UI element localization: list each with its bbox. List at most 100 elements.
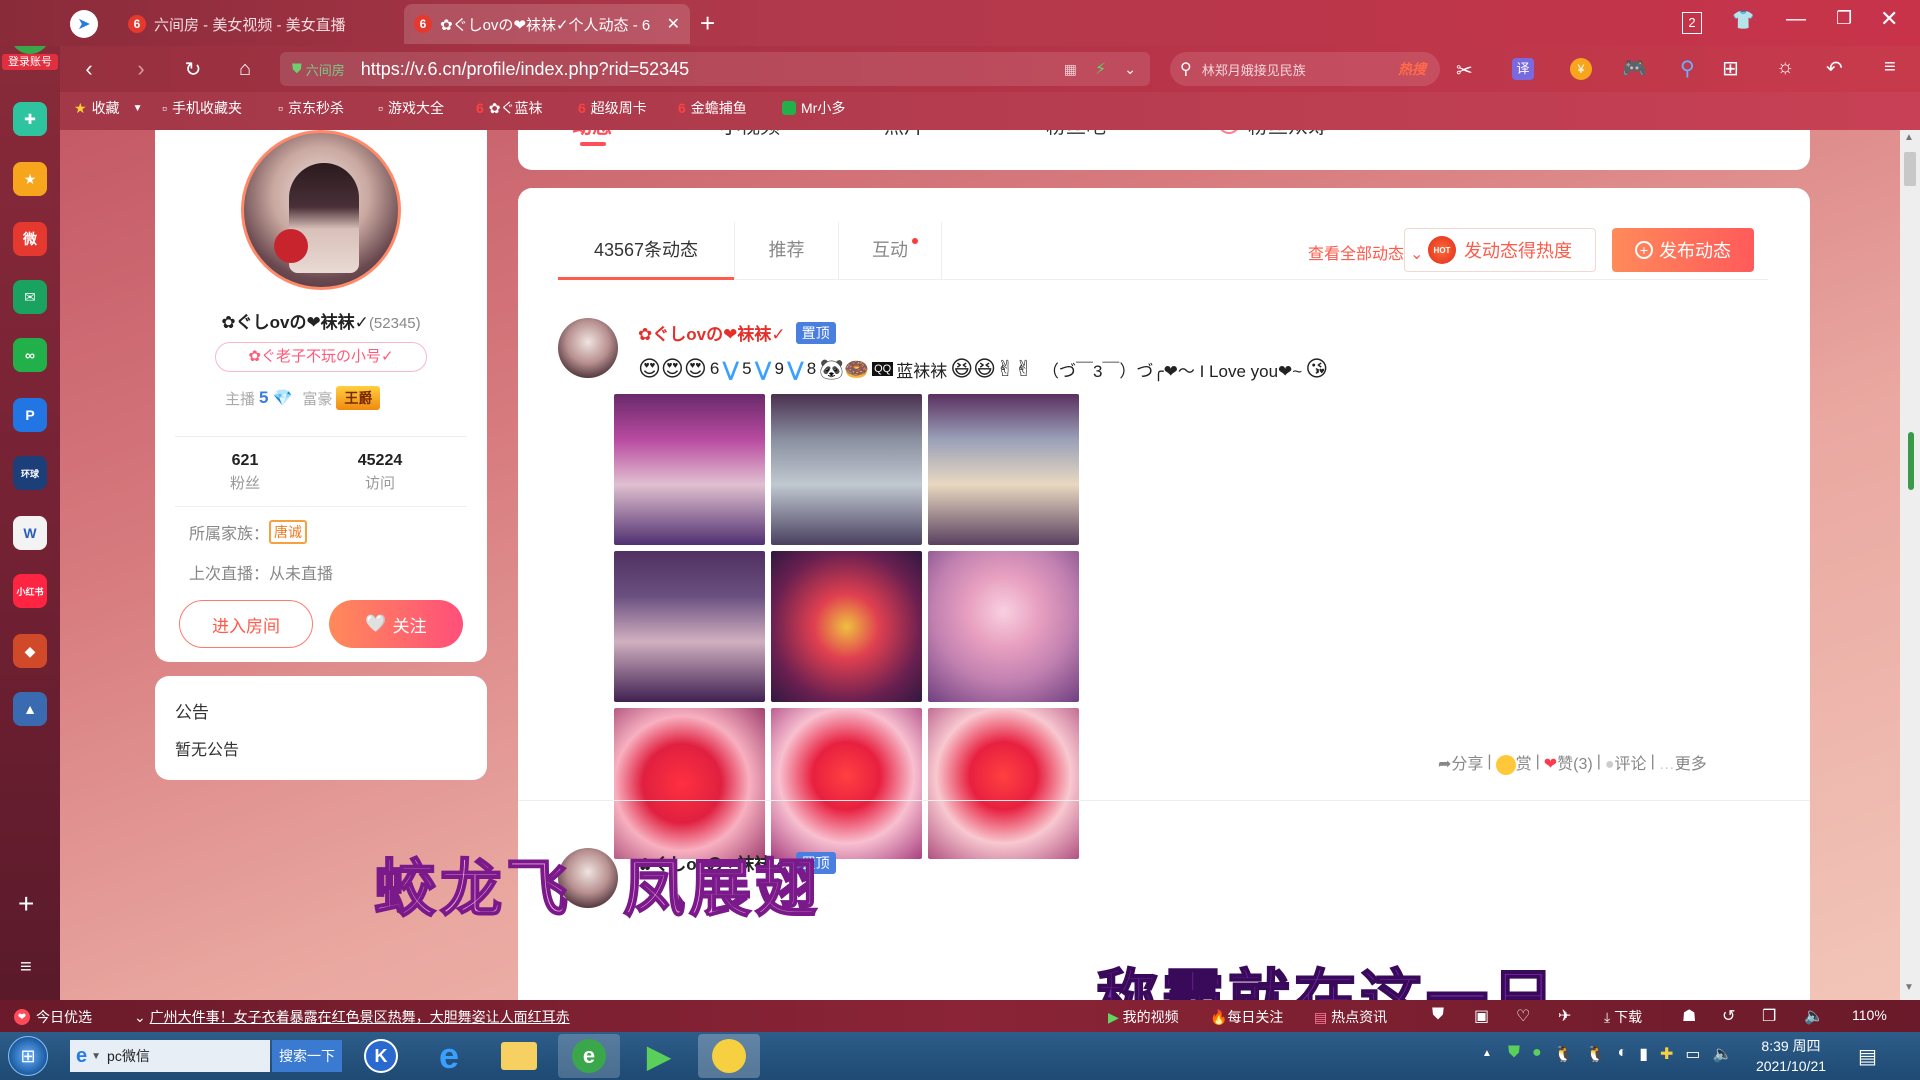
zoom-search-icon[interactable]: ⚲	[1680, 56, 1695, 81]
more-action[interactable]: …更多	[1659, 750, 1707, 774]
qq2-tray-icon[interactable]: 🐧	[1586, 1044, 1606, 1064]
feed-tab-recommend[interactable]: 推荐	[734, 222, 838, 280]
browser-tray-icon[interactable]: ●	[1532, 1044, 1542, 1064]
tray-expand-icon[interactable]: ▲	[1482, 1048, 1492, 1059]
rocket-icon[interactable]: ✈	[1558, 1006, 1571, 1026]
clock[interactable]: 8:39 周四 2021/10/21	[1746, 1036, 1836, 1076]
visits-stat[interactable]: 45224 访问	[335, 452, 425, 493]
qr-code-icon[interactable]: ▦	[1064, 61, 1077, 78]
nav-tab-dynamic[interactable]: 动态	[572, 130, 612, 139]
shield-icon[interactable]: ⛊	[1432, 1006, 1444, 1024]
bookmark-lanwa[interactable]: 6 ✿ぐ蓝袜	[476, 98, 543, 118]
ie-browser-icon[interactable]: e	[418, 1034, 480, 1078]
bookmark-mrxiaoduo[interactable]: Mr小多	[782, 98, 845, 118]
gamepad-icon[interactable]: 🎮	[1622, 56, 1647, 81]
image-icon[interactable]: ▣	[1474, 1006, 1489, 1026]
enter-room-button[interactable]: 进入房间	[179, 600, 313, 648]
url-text[interactable]: https://v.6.cn/profile/index.php?rid=523…	[361, 59, 689, 80]
share-action[interactable]: ➦分享	[1438, 750, 1483, 774]
side-handle[interactable]	[1908, 432, 1914, 490]
family-name-badge[interactable]: 唐诚	[269, 520, 308, 544]
back-button[interactable]: ‹	[74, 54, 104, 84]
skin-icon[interactable]: 👕	[1732, 10, 1754, 31]
post-image[interactable]	[928, 394, 1079, 545]
feed-tab-all[interactable]: 43567条动态	[558, 222, 734, 280]
volume-icon[interactable]: 🔈	[1804, 1006, 1824, 1026]
refresh-button[interactable]: ↻	[178, 54, 208, 84]
feed-tab-interaction[interactable]: 互动	[838, 222, 942, 280]
scroll-thumb[interactable]	[1904, 152, 1916, 186]
scroll-up-icon[interactable]: ▲	[1904, 132, 1914, 143]
follow-button[interactable]: 🤍 关注	[329, 600, 463, 648]
k-app-icon[interactable]: K	[350, 1034, 412, 1078]
security-tray-icon[interactable]: ⛊	[1508, 1044, 1520, 1064]
navigate-icon[interactable]: ➤	[70, 10, 98, 38]
link-app-icon[interactable]: ∞	[13, 338, 47, 372]
scroll-down-icon[interactable]: ▼	[1904, 982, 1914, 993]
tab-count-badge[interactable]: 2	[1682, 12, 1702, 34]
bookmark-mobile[interactable]: ▫ 手机收藏夹	[162, 98, 242, 118]
monitor-tray-icon[interactable]: ▭	[1685, 1044, 1700, 1064]
menu-icon[interactable]: ≡	[1884, 56, 1896, 79]
forward-button[interactable]: ›	[126, 54, 156, 84]
coin-icon[interactable]: ¥	[1570, 58, 1592, 80]
tab-liujianfang[interactable]: 6 六间房 - 美女视频 - 美女直播	[118, 4, 398, 44]
health-icon[interactable]: ♡	[1516, 1006, 1530, 1026]
bookmark-fishing[interactable]: 6 金蟾捕鱼	[678, 98, 747, 118]
page-scrollbar[interactable]: ▲ ▼	[1900, 130, 1920, 1000]
favorites-icon[interactable]: ★	[13, 162, 47, 196]
speed-icon[interactable]: ⚡	[1095, 59, 1106, 79]
tab-profile[interactable]: 6 ✿ぐしovの❤袜袜✓个人动态 - 6 ✕	[404, 4, 690, 44]
url-dropdown-icon[interactable]: ⌄	[1124, 61, 1136, 78]
undo-icon[interactable]: ↶	[1826, 56, 1843, 81]
window-icon[interactable]: ❐	[1762, 1006, 1776, 1026]
video-player-icon[interactable]: ▶	[628, 1034, 690, 1078]
home-button[interactable]: ⌂	[230, 54, 260, 84]
search-box[interactable]: ⚲ 林郑月娥接见民族 热搜	[1170, 52, 1440, 86]
game-icon[interactable]: ☗	[1682, 1006, 1696, 1026]
post-author-avatar[interactable]	[558, 318, 618, 378]
post-image[interactable]	[771, 551, 922, 702]
daily-follow-link[interactable]: 🔥每日关注	[1210, 1007, 1283, 1027]
start-button[interactable]: ⊞	[8, 1036, 48, 1076]
plus-app-icon[interactable]: ✚	[13, 102, 47, 136]
sidebar-menu-icon[interactable]: ≡	[20, 956, 32, 979]
login-button[interactable]: 登录账号	[2, 54, 58, 70]
weibo-icon[interactable]: 微	[13, 222, 47, 256]
game2-app-icon[interactable]: ▲	[13, 692, 47, 726]
comment-action[interactable]: ●评论	[1605, 750, 1647, 774]
volume-tray-icon[interactable]: 🔈	[1713, 1044, 1733, 1064]
nav-tab-crowdfund[interactable]: 粉丝众筹	[1248, 130, 1328, 139]
close-window-button[interactable]: ✕	[1880, 6, 1898, 32]
brightness-icon[interactable]: ☼	[1776, 56, 1794, 79]
my-videos-link[interactable]: ▶ 我的视频	[1108, 1007, 1179, 1027]
network-tray-icon[interactable]: ▮	[1639, 1044, 1648, 1064]
post-author-name[interactable]: ✿ぐしovの❤袜袜✓	[638, 320, 786, 345]
notification-icon[interactable]: ▤	[1858, 1044, 1877, 1069]
nav-tab-videos[interactable]: 小视频	[720, 130, 780, 139]
app-tray-icon[interactable]: ◐	[1618, 1044, 1628, 1064]
new-tab-button[interactable]: +	[700, 8, 715, 39]
bookmark-favorites[interactable]: ★ 收藏 ▼	[74, 98, 142, 118]
nav-tab-photos[interactable]: 照片	[884, 130, 924, 139]
post-image[interactable]	[928, 551, 1079, 702]
post-image[interactable]	[614, 551, 765, 702]
today-picks[interactable]: ❤ 今日优选	[14, 1007, 92, 1027]
url-bar[interactable]: ⛊ 六间房 https://v.6.cn/profile/index.php?r…	[280, 52, 1150, 86]
minimize-button[interactable]: —	[1786, 8, 1806, 31]
browser-taskbar-icon[interactable]: e	[558, 1034, 620, 1078]
apps-grid-icon[interactable]: ⊞	[1722, 56, 1739, 81]
fans-stat[interactable]: 621 粉丝	[205, 452, 285, 493]
scissors-icon[interactable]: ✂	[1456, 58, 1473, 83]
sync-icon[interactable]: ↺	[1722, 1006, 1735, 1026]
mail-icon[interactable]: ✉	[13, 280, 47, 314]
green-tray-icon[interactable]: ✚	[1660, 1044, 1673, 1064]
hot-post-button[interactable]: HOT 发动态得热度	[1404, 228, 1596, 272]
hot-news-link[interactable]: ▤ 热点资讯	[1314, 1007, 1387, 1027]
news-app-icon[interactable]: 环球	[13, 456, 47, 490]
game-app-icon[interactable]: ◆	[13, 634, 47, 668]
p-app-icon[interactable]: P	[13, 398, 47, 432]
bookmark-jd[interactable]: ▫ 京东秒杀	[278, 98, 344, 118]
chat-app-icon[interactable]	[698, 1034, 760, 1078]
publish-button[interactable]: + 发布动态	[1612, 228, 1754, 272]
